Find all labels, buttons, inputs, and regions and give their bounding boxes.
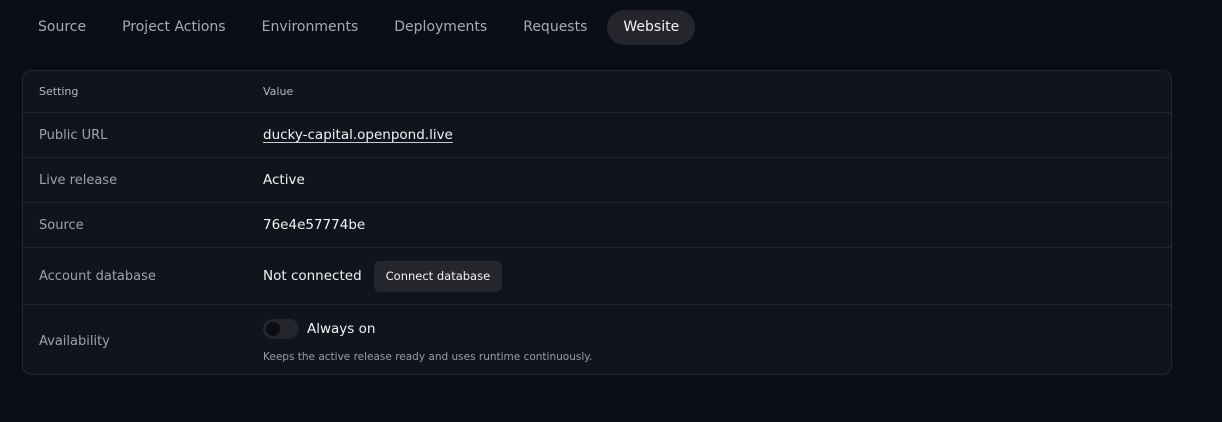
tab-deployments[interactable]: Deployments bbox=[378, 10, 503, 45]
tab-project-actions[interactable]: Project Actions bbox=[106, 10, 242, 45]
tab-bar: Source Project Actions Environments Depl… bbox=[22, 10, 696, 45]
tab-requests[interactable]: Requests bbox=[507, 10, 603, 45]
table-row-account-database: Account database Not connected Connect d… bbox=[23, 247, 1171, 304]
account-database-label: Account database bbox=[39, 268, 156, 284]
availability-hint: Keeps the active release ready and uses … bbox=[263, 351, 593, 363]
source-commit-value: 76e4e57774be bbox=[263, 217, 366, 233]
column-header-value: Value bbox=[263, 85, 294, 98]
table-row-source: Source 76e4e57774be bbox=[23, 202, 1171, 247]
always-on-label: Always on bbox=[307, 321, 376, 337]
toggle-knob bbox=[266, 322, 280, 336]
table-row-live-release: Live release Active bbox=[23, 157, 1171, 202]
live-release-value: Active bbox=[263, 172, 305, 188]
source-label: Source bbox=[39, 217, 84, 233]
account-database-status: Not connected bbox=[263, 268, 362, 284]
tab-environments[interactable]: Environments bbox=[246, 10, 375, 45]
table-row-availability: Availability Always on Keeps the active … bbox=[23, 304, 1171, 374]
tab-website[interactable]: Website bbox=[607, 10, 696, 45]
public-url-label: Public URL bbox=[39, 127, 108, 143]
tab-source[interactable]: Source bbox=[22, 10, 102, 45]
website-settings-table: Setting Value Public URL ducky-capital.o… bbox=[22, 70, 1172, 375]
live-release-label: Live release bbox=[39, 172, 118, 188]
table-row-public-url: Public URL ducky-capital.openpond.live bbox=[23, 112, 1171, 157]
public-url-link[interactable]: ducky-capital.openpond.live bbox=[263, 127, 453, 143]
connect-database-button[interactable]: Connect database bbox=[373, 260, 503, 292]
table-header: Setting Value bbox=[23, 71, 1171, 112]
availability-label: Availability bbox=[39, 333, 110, 349]
column-header-setting: Setting bbox=[39, 85, 79, 98]
always-on-toggle[interactable] bbox=[263, 319, 299, 339]
